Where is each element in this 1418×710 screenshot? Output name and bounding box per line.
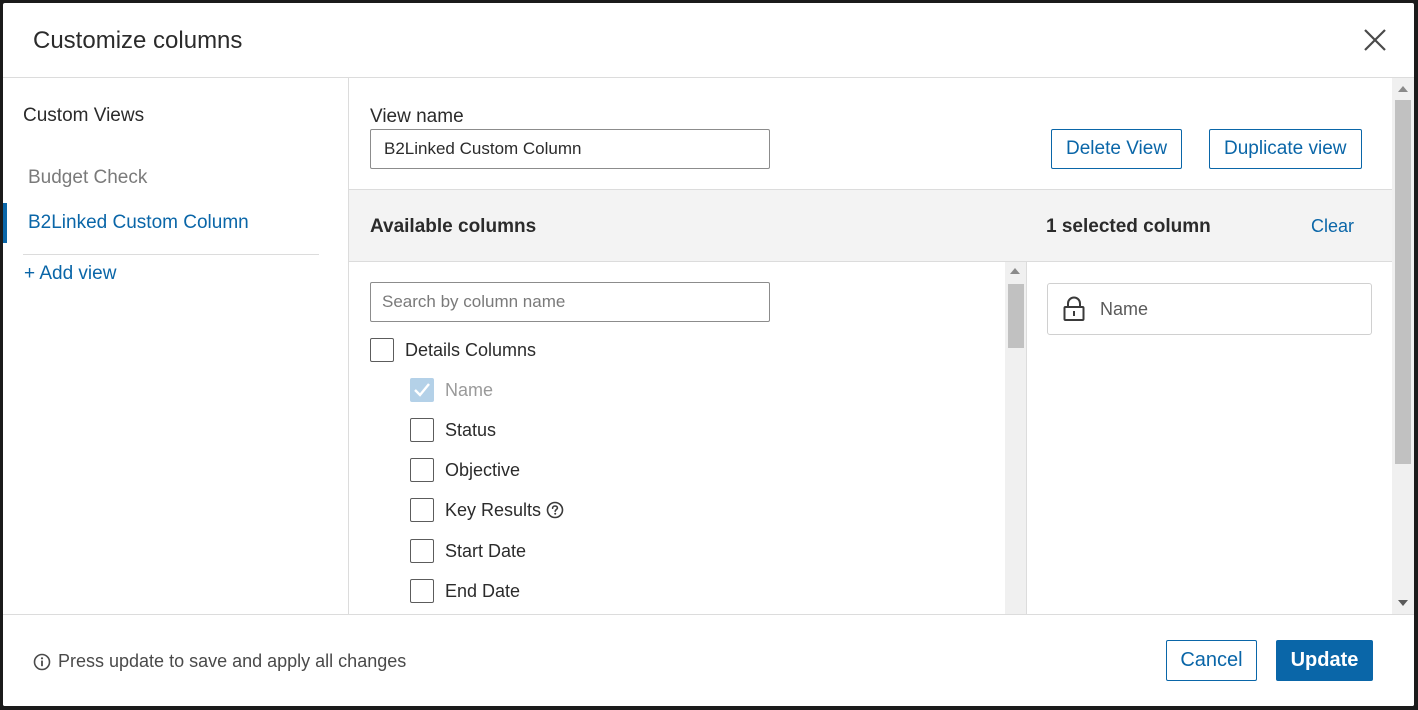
scrollbar-thumb[interactable] — [1395, 100, 1411, 464]
update-button[interactable]: Update — [1276, 640, 1373, 681]
column-label: Objective — [445, 459, 521, 480]
view-name-label: View name — [370, 106, 464, 127]
dialog-footer: Press update to save and apply all chang… — [3, 614, 1414, 706]
sidebar-heading: Custom Views — [23, 105, 145, 126]
checkbox[interactable] — [410, 498, 434, 522]
scroll-up-arrow-icon[interactable] — [1398, 86, 1408, 92]
column-option-key-results[interactable]: Key Results — [410, 497, 564, 523]
customize-columns-dialog: Customize columns Custom Views Budget Ch… — [3, 3, 1414, 706]
selected-columns-count: 1 selected column — [1046, 216, 1211, 237]
close-button[interactable] — [1360, 25, 1390, 55]
footer-note-text: Press update to save and apply all chang… — [58, 651, 407, 671]
dialog-title: Customize columns — [33, 27, 243, 54]
group-label: Details Columns — [405, 339, 537, 360]
info-icon — [33, 653, 51, 670]
column-label: Name — [445, 379, 494, 400]
column-option-objective[interactable]: Objective — [410, 457, 520, 483]
clear-selection-link[interactable]: Clear — [1311, 216, 1354, 237]
delete-view-button[interactable]: Delete View — [1051, 129, 1183, 169]
column-option-name: Name — [410, 377, 493, 403]
view-editor: View name Delete View Duplicate view Ava… — [349, 78, 1392, 614]
checkbox[interactable] — [410, 539, 434, 563]
checkbox[interactable] — [410, 458, 434, 482]
view-name-input[interactable] — [370, 129, 770, 169]
selected-column-name[interactable]: Name — [1047, 283, 1372, 335]
group-details-columns[interactable]: Details Columns — [370, 337, 536, 363]
available-columns-heading: Available columns — [370, 216, 537, 237]
available-columns-scrollbar[interactable] — [1005, 262, 1026, 614]
lock-icon — [1063, 296, 1085, 321]
scrollbar-thumb[interactable] — [1008, 284, 1024, 348]
duplicate-view-button[interactable]: Duplicate view — [1209, 129, 1362, 169]
column-label: Status — [445, 419, 497, 440]
sidebar-item-b2linked-custom-column[interactable]: B2Linked Custom Column — [3, 203, 349, 243]
column-search-input[interactable] — [370, 282, 770, 322]
cancel-button[interactable]: Cancel — [1166, 640, 1257, 681]
custom-views-sidebar: Custom Views Budget Check B2Linked Custo… — [3, 78, 349, 614]
close-icon — [1364, 29, 1386, 51]
available-columns-list: Details Columns Name Status Objective — [349, 262, 1026, 614]
checkbox[interactable] — [410, 418, 434, 442]
scroll-down-arrow-icon[interactable] — [1398, 600, 1408, 606]
checkmark-icon — [413, 382, 430, 397]
column-label: Key Results — [445, 499, 542, 520]
columns-header-band: Available columns 1 selected column Clea… — [349, 189, 1392, 262]
selected-column-label: Name — [1100, 298, 1149, 319]
column-label: Start Date — [445, 540, 527, 561]
column-option-end-date[interactable]: End Date — [410, 578, 520, 604]
add-view-link[interactable]: + Add view — [24, 263, 116, 285]
footer-note: Press update to save and apply all chang… — [33, 651, 406, 672]
checkbox-checked-disabled — [410, 378, 434, 402]
checkbox[interactable] — [370, 338, 394, 362]
dialog-header: Customize columns — [3, 3, 1414, 78]
column-option-status[interactable]: Status — [410, 417, 496, 443]
column-option-start-date[interactable]: Start Date — [410, 538, 526, 564]
column-label: End Date — [445, 580, 521, 601]
scroll-up-arrow-icon[interactable] — [1010, 268, 1020, 274]
sidebar-item-budget-check[interactable]: Budget Check — [3, 158, 349, 198]
sidebar-divider — [23, 254, 319, 255]
dialog-scrollbar[interactable] — [1392, 78, 1414, 614]
checkbox[interactable] — [410, 579, 434, 603]
selected-columns-list: Name — [1026, 262, 1392, 614]
question-circle-icon[interactable] — [546, 501, 564, 519]
